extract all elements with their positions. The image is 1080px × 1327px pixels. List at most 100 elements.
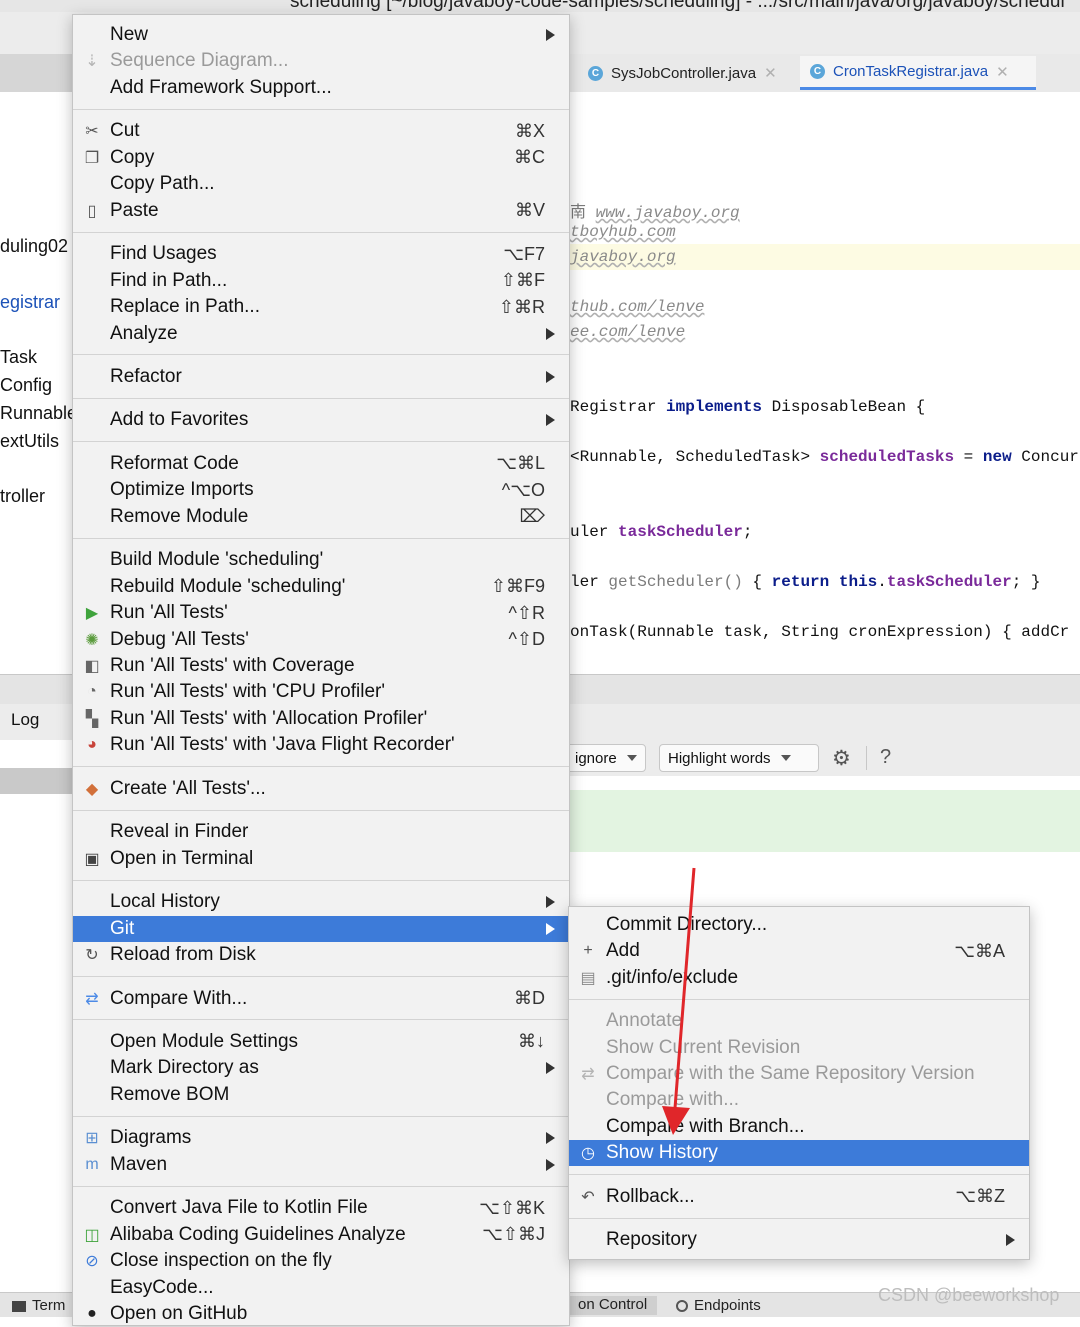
tab-crontaskregistrar[interactable]: C CronTaskRegistrar.java ✕ — [800, 56, 1036, 90]
ignore-dropdown[interactable]: ignore — [566, 744, 646, 772]
menu-item-run-all-tests-with-cpu-profiler[interactable]: ◔ Run 'All Tests' with 'CPU Profiler' — [73, 679, 569, 705]
menu-item-compare-with-the-same-repository-version[interactable]: ⇄ Compare with the Same Repository Versio… — [569, 1061, 1029, 1087]
menu-item-open-module-settings[interactable]: Open Module Settings ⌘↓ — [73, 1029, 569, 1055]
menu-separator — [73, 397, 569, 399]
project-sidebar — [0, 92, 72, 702]
chevron-right-icon — [546, 370, 555, 383]
menu-item-analyze[interactable]: Analyze — [73, 321, 569, 347]
menu-item-label: Paste — [110, 199, 159, 221]
sidebar-item[interactable]: Runnable — [0, 403, 77, 424]
menu-item-open-in-terminal[interactable]: ▣ Open in Terminal — [73, 846, 569, 872]
menu-item-cut[interactable]: ✂ Cut ⌘X — [73, 118, 569, 144]
menu-item-maven[interactable]: m Maven — [73, 1152, 569, 1178]
menu-separator — [73, 108, 569, 110]
shortcut-label: ⌘V — [514, 200, 545, 221]
menu-item-add-framework-support[interactable]: Add Framework Support... — [73, 75, 569, 101]
sidebar-item[interactable]: Task — [0, 347, 37, 368]
menu-item-reveal-in-finder[interactable]: Reveal in Finder — [73, 819, 569, 845]
menu-item-annotate[interactable]: Annotate — [569, 1008, 1029, 1034]
menu-item-show-history[interactable]: ◷ Show History — [569, 1140, 1029, 1167]
class-icon: C — [588, 65, 603, 81]
close-icon[interactable]: ✕ — [996, 63, 1009, 81]
menu-item-show-current-revision[interactable]: Show Current Revision — [569, 1035, 1029, 1061]
log-tab[interactable]: Log — [11, 710, 39, 730]
menu-item-copy[interactable]: ❐ Copy ⌘C — [73, 145, 569, 171]
menu-item-open-on-github[interactable]: ● Open on GitHub — [73, 1301, 569, 1327]
menu-item-mark-directory-as[interactable]: Mark Directory as — [73, 1055, 569, 1081]
sidebar-item[interactable]: Config — [0, 375, 52, 396]
menu-item-easycode[interactable]: EasyCode... — [73, 1275, 569, 1301]
status-endpoints[interactable]: Endpoints — [676, 1297, 761, 1314]
menu-item-git-info-exclude[interactable]: ▤ .git/info/exclude — [569, 965, 1029, 991]
menu-item-label: Analyze — [110, 322, 178, 344]
menu-item-rebuild-module-scheduling[interactable]: Rebuild Module 'scheduling' ⇧⌘F9 — [73, 574, 569, 600]
menu-item-sequence-diagram[interactable]: ⇣ Sequence Diagram... — [73, 48, 569, 74]
menu-separator — [73, 809, 569, 811]
menu-item-optimize-imports[interactable]: Optimize Imports ^⌥O — [73, 477, 569, 503]
menu-item-build-module-scheduling[interactable]: Build Module 'scheduling' — [73, 547, 569, 573]
menu-item-git[interactable]: Git — [73, 915, 569, 942]
menu-item-label: Run 'All Tests' with 'Allocation Profile… — [110, 707, 428, 729]
menu-item-compare-with[interactable]: Compare with... — [569, 1087, 1029, 1113]
menu-item-reformat-code[interactable]: Reformat Code ⌥⌘L — [73, 451, 569, 477]
menu-item-label: Git — [110, 917, 135, 939]
menu-item-add-to-favorites[interactable]: Add to Favorites — [73, 407, 569, 433]
menu-item-label: Rollback... — [606, 1185, 695, 1207]
menu-item-run-all-tests-with-allocation-profiler[interactable]: ▚ Run 'All Tests' with 'Allocation Profil… — [73, 706, 569, 732]
menu-item-label: Compare with Branch... — [606, 1115, 805, 1137]
diagrams-icon: ⊞ — [85, 1130, 99, 1148]
menu-item-run-all-tests-with-java-flight-recorder[interactable]: ◕ Run 'All Tests' with 'Java Flight Recor… — [73, 732, 569, 758]
menu-item-run-all-tests-with-coverage[interactable]: ◧ Run 'All Tests' with Coverage — [73, 653, 569, 679]
clipboard-icon: ▯ — [87, 202, 97, 220]
menu-item-commit-directory[interactable]: Commit Directory... — [569, 912, 1029, 938]
sidebar-item[interactable]: extUtils — [0, 431, 59, 452]
sidebar-item-selected[interactable]: egistrar — [0, 292, 60, 313]
menu-item-remove-module[interactable]: Remove Module ⌦ — [73, 504, 569, 530]
menu-item-reload-from-disk[interactable]: ↻ Reload from Disk — [73, 942, 569, 968]
menu-item-create-all-tests[interactable]: ◆ Create 'All Tests'... — [73, 776, 569, 802]
gear-icon[interactable]: ⚙ — [832, 746, 851, 771]
menu-item-convert-java-file-to-kotlin-file[interactable]: Convert Java File to Kotlin File ⌥⇧⌘K — [73, 1195, 569, 1221]
shortcut-label: ⌥⇧⌘J — [482, 1224, 545, 1245]
menu-item-diagrams[interactable]: ⊞ Diagrams — [73, 1125, 569, 1151]
menu-item-label: Compare With... — [110, 987, 248, 1009]
highlight-words-dropdown[interactable]: Highlight words — [659, 744, 819, 772]
menu-item-refactor[interactable]: Refactor — [73, 364, 569, 390]
menu-item-run-all-tests[interactable]: ▶ Run 'All Tests' ^⇧R — [73, 600, 569, 626]
sidebar-item[interactable]: duling02 — [0, 236, 68, 257]
sidebar-item[interactable]: troller — [0, 486, 45, 507]
chevron-right-icon — [546, 896, 555, 909]
menu-item-label: Mark Directory as — [110, 1057, 259, 1079]
menu-item-label: Convert Java File to Kotlin File — [110, 1197, 368, 1219]
menu-item-debug-all-tests[interactable]: ✺ Debug 'All Tests' ^⇧D — [73, 627, 569, 653]
menu-item-alibaba-coding-guidelines-analyze[interactable]: ◫ Alibaba Coding Guidelines Analyze ⌥⇧⌘J — [73, 1222, 569, 1248]
menu-item-rollback[interactable]: ↶ Rollback... ⌥⌘Z — [569, 1184, 1029, 1210]
shortcut-label: ⌥⌘L — [496, 453, 545, 474]
menu-item-repository[interactable]: Repository — [569, 1227, 1029, 1253]
menu-item-compare-with[interactable]: ⇄ Compare With... ⌘D — [73, 986, 569, 1012]
chevron-right-icon — [546, 414, 555, 427]
menu-item-paste[interactable]: ▯ Paste ⌘V — [73, 198, 569, 224]
menu-item-compare-with-branch[interactable]: Compare with Branch... — [569, 1114, 1029, 1140]
close-icon[interactable]: ✕ — [764, 64, 777, 82]
status-terminal[interactable]: Term — [12, 1297, 65, 1314]
menu-item-replace-in-path[interactable]: Replace in Path... ⇧⌘R — [73, 294, 569, 320]
menu-item-label: Copy — [110, 146, 155, 168]
menu-item-label: Annotate — [606, 1010, 683, 1032]
menu-item-local-history[interactable]: Local History — [73, 889, 569, 915]
menu-item-copy-path[interactable]: Copy Path... — [73, 171, 569, 197]
project-crumb[interactable]: code-san — [0, 54, 80, 116]
help-icon[interactable]: ? — [880, 746, 891, 769]
menu-item-label: Build Module 'scheduling' — [110, 549, 324, 571]
menu-item-find-in-path[interactable]: Find in Path... ⇧⌘F — [73, 268, 569, 294]
alibaba-icon: ◫ — [84, 1226, 100, 1244]
menu-item-find-usages[interactable]: Find Usages ⌥F7 — [73, 241, 569, 267]
status-version-control[interactable]: on Control — [568, 1296, 658, 1315]
menu-item-close-inspection-on-the-fly[interactable]: ⊘ Close inspection on the fly — [73, 1248, 569, 1274]
menu-item-add[interactable]: + Add ⌥⌘A — [569, 938, 1029, 964]
tab-sysjobcontroller[interactable]: C SysJobController.java ✕ — [578, 56, 798, 90]
no-entry-icon: ⊘ — [85, 1253, 99, 1271]
menu-item-label: New — [110, 24, 149, 45]
menu-item-new[interactable]: New — [73, 22, 569, 48]
menu-item-remove-bom[interactable]: Remove BOM — [73, 1082, 569, 1108]
